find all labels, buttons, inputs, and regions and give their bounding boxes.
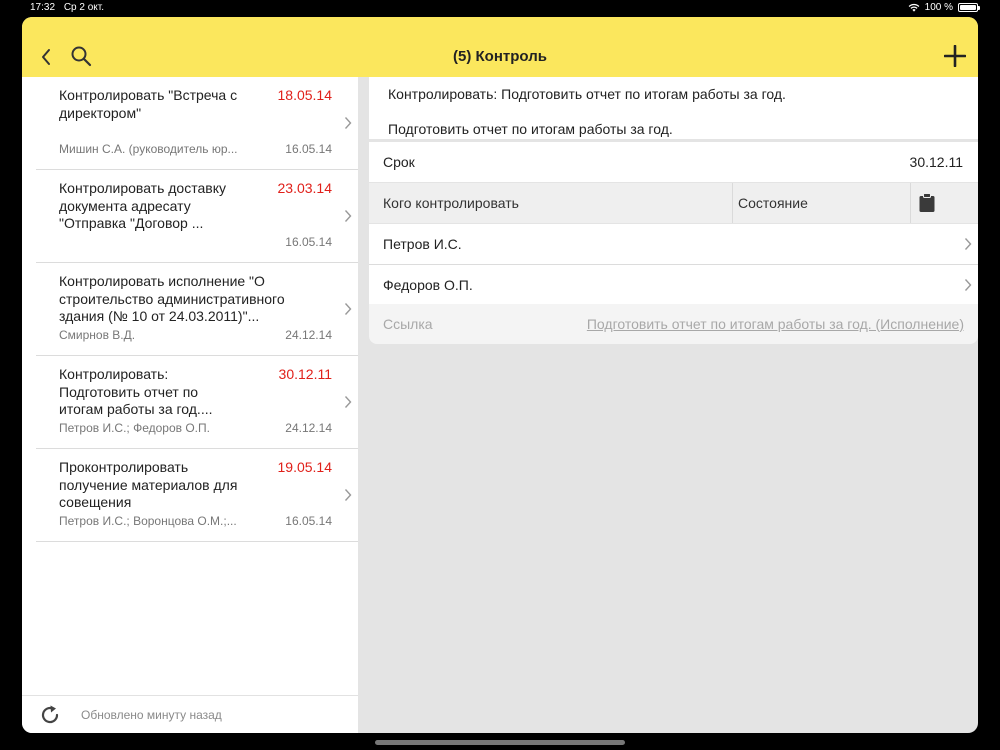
controller-name: Петров И.С. — [383, 236, 462, 252]
list-item-date: 30.12.11 — [278, 366, 332, 382]
deadline-label: Срок — [383, 154, 415, 170]
controller-name: Федоров О.П. — [383, 277, 473, 293]
wifi-icon — [908, 3, 919, 12]
page-title: (5) Контроль — [453, 48, 547, 65]
battery-icon — [958, 3, 980, 12]
list-item-date: 23.03.14 — [277, 180, 333, 196]
list-item-title: Контролировать: Подготовить отчет по ито… — [59, 366, 213, 417]
table-row[interactable]: Федоров О.П. — [369, 265, 978, 305]
column-divider — [910, 183, 911, 223]
list-item[interactable]: Контролировать "Встреча с директором" 18… — [36, 77, 358, 170]
description-card: Контролировать: Подготовить отчет по ито… — [369, 77, 978, 139]
list-item-title: Контролировать исполнение "О строительст… — [59, 273, 285, 324]
column-header-state: Состояние — [738, 195, 808, 211]
navbar: (5) Контроль — [22, 17, 978, 77]
status-bar-right: 100 % — [908, 2, 980, 13]
list-item-date: 18.05.14 — [277, 87, 333, 103]
list-item[interactable]: Контролировать исполнение "О строительст… — [36, 263, 358, 356]
chevron-right-icon — [964, 238, 972, 250]
plus-icon[interactable] — [944, 45, 966, 67]
home-indicator — [375, 740, 625, 745]
deadline-value: 30.12.11 — [909, 154, 963, 170]
list-item-subdate: 24.12.14 — [285, 421, 332, 435]
list-item-title: Контролировать "Встреча с директором" — [59, 87, 238, 121]
list-item-subdate: 16.05.14 — [285, 235, 332, 249]
list-footer: Обновлено минуту назад — [22, 695, 358, 733]
link-label: Ссылка — [383, 316, 433, 332]
list-item-subdate: 16.05.14 — [285, 514, 332, 528]
column-divider — [732, 183, 733, 223]
task-list: Контролировать "Встреча с директором" 18… — [22, 77, 358, 695]
chevron-right-icon — [344, 117, 352, 129]
list-item-subtitle: Петров И.С.; Федоров О.П. — [59, 421, 210, 435]
list-item-subtitle: Мишин С.А. (руководитель юр... — [59, 142, 238, 156]
chevron-right-icon — [344, 210, 352, 222]
table-row[interactable]: Петров И.С. — [369, 224, 978, 264]
app-window: (5) Контроль Контролировать "Встреча с д… — [22, 17, 978, 733]
list-item[interactable]: Проконтролировать получение материалов д… — [36, 449, 358, 542]
chevron-right-icon — [344, 489, 352, 501]
status-time: 17:32 — [30, 2, 56, 13]
last-updated-text: Обновлено минуту назад — [81, 708, 222, 722]
list-item-subdate: 24.12.14 — [285, 328, 332, 342]
chevron-right-icon — [964, 279, 972, 291]
clipboard-icon[interactable] — [918, 193, 936, 213]
list-item-subtitle: Смирнов В.Д. — [59, 328, 136, 342]
battery-percent: 100 % — [924, 2, 953, 13]
list-item-subtitle: Петров И.С.; Воронцова О.М.;... — [59, 514, 237, 528]
status-bar-left: 17:32 Ср 2 окт. — [30, 2, 104, 13]
detail-heading: Контролировать: Подготовить отчет по ито… — [388, 86, 786, 102]
list-item[interactable]: Контролировать доставку документа адреса… — [36, 170, 358, 263]
status-date: Ср 2 окт. — [63, 2, 105, 13]
status-bar: 17:32 Ср 2 окт. 100 % — [0, 0, 1000, 16]
link-row: Ссылка Подготовить отчет по итогам работ… — [369, 304, 978, 344]
column-header-who: Кого контролировать — [383, 195, 519, 211]
chevron-right-icon — [344, 396, 352, 408]
refresh-icon[interactable] — [39, 704, 61, 726]
detail-description: Подготовить отчет по итогам работы за го… — [388, 121, 673, 137]
deadline-row: Срок 30.12.11 — [369, 142, 978, 182]
list-item-title: Контролировать доставку документа адреса… — [59, 180, 226, 231]
list-item[interactable]: Контролировать: Подготовить отчет по ито… — [36, 356, 358, 449]
controllers-table-header: Кого контролировать Состояние — [369, 183, 978, 223]
list-item-date: 19.05.14 — [277, 459, 333, 475]
list-item-subdate: 16.05.14 — [285, 142, 332, 156]
chevron-right-icon — [344, 303, 352, 315]
list-item-title: Проконтролировать получение материалов д… — [59, 459, 238, 510]
link-value[interactable]: Подготовить отчет по итогам работы за го… — [587, 316, 964, 332]
